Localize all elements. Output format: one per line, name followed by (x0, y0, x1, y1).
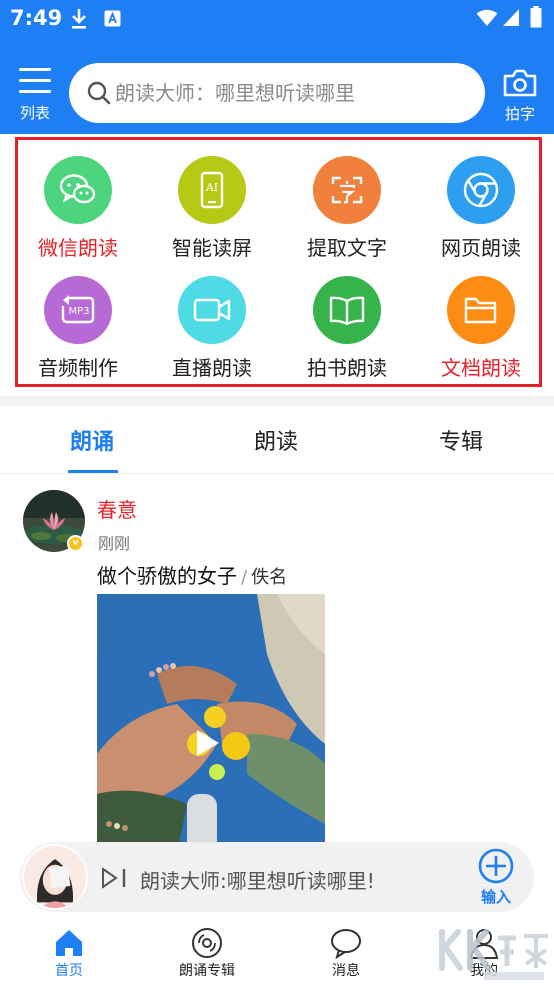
search-bar[interactable] (69, 63, 485, 123)
feature-label: 拍书朗读 (307, 356, 387, 380)
tab-recite[interactable]: 朗诵 (70, 424, 114, 456)
search-input[interactable] (115, 75, 465, 111)
search-icon (87, 81, 111, 105)
browser-icon (447, 156, 515, 224)
feature-document-read[interactable]: 文档朗读 (421, 276, 541, 386)
feature-label: 文档朗读 (441, 356, 521, 380)
video-camera-icon (178, 276, 246, 344)
post-time: 刚刚 (98, 534, 131, 553)
player-text: 朗读大师:哪里想听读哪里! (140, 869, 375, 893)
video-thumbnail (97, 594, 325, 854)
feature-live-read[interactable]: 直播朗读 (152, 276, 272, 386)
post-title: 做个骄傲的女子 (97, 564, 237, 588)
feature-label: 微信朗读 (38, 236, 118, 260)
feature-book-read[interactable]: 拍书朗读 (287, 276, 407, 386)
feature-label: 音频制作 (38, 356, 118, 380)
home-icon (56, 930, 82, 956)
feature-label: 提取文字 (307, 236, 387, 260)
notification-a-icon (104, 10, 121, 27)
menu-button[interactable]: 列表 (14, 68, 56, 124)
player-avatar[interactable] (22, 844, 88, 910)
play-icon[interactable] (195, 728, 221, 758)
feature-web-read[interactable]: 网页朗读 (421, 156, 541, 266)
feature-audio-make[interactable]: MP3 音频制作 (18, 276, 138, 386)
wechat-icon (44, 156, 112, 224)
nav-label: 首页 (55, 963, 83, 979)
feature-label: 网页朗读 (441, 236, 521, 260)
wifi-icon (476, 9, 498, 26)
top-header: 7:49 列表 朗读大师：哪里想听读哪里 拍字 (0, 0, 554, 134)
camera-icon (503, 69, 537, 97)
skip-next-icon[interactable] (100, 867, 128, 889)
nav-recite-album[interactable]: 朗诵专辑 (157, 926, 257, 980)
camera-label: 拍字 (504, 105, 535, 123)
app-screen: 7:49 列表 朗读大师：哪里想听读哪里 拍字 微信朗读 AI 智能读屏 提取文… (0, 0, 554, 984)
download-icon (72, 9, 86, 29)
battery-icon (530, 6, 542, 28)
chat-bubble-icon (331, 929, 361, 960)
status-bar: 7:49 (0, 0, 554, 40)
feature-wechat-read[interactable]: 微信朗读 (18, 156, 138, 266)
book-icon (313, 276, 381, 344)
nav-messages[interactable]: 消息 (296, 926, 396, 980)
mp3-icon: MP3 (44, 276, 112, 344)
post-author[interactable]: 春意 (97, 494, 137, 523)
site-watermark-logo (439, 929, 548, 980)
feature-grid: 微信朗读 AI 智能读屏 提取文字 网页朗读 MP3 音频制作 直播朗读 拍书朗… (15, 137, 542, 387)
nav-home[interactable]: 首页 (19, 926, 119, 980)
content-tabs: 朗诵 朗读 专辑 (0, 406, 554, 474)
feature-label: 直播朗读 (172, 356, 252, 380)
post-title-line[interactable]: 做个骄傲的女子 / 佚名 (97, 560, 287, 589)
section-divider (0, 396, 554, 406)
input-button[interactable]: 输入 (474, 848, 518, 908)
feature-label: 智能读屏 (172, 236, 252, 260)
menu-label: 列表 (19, 104, 50, 122)
signal-icon (503, 9, 519, 26)
add-circle-icon (478, 848, 514, 884)
tab-album[interactable]: 专辑 (439, 424, 483, 456)
nav-label: 朗诵专辑 (179, 963, 235, 979)
extract-text-icon (313, 156, 381, 224)
post-writer: 佚名 (251, 567, 288, 588)
svg-text:AI: AI (205, 181, 218, 194)
feature-extract-text[interactable]: 提取文字 (287, 156, 407, 266)
camera-button[interactable]: 拍字 (499, 68, 541, 124)
status-time: 7:49 (10, 6, 63, 30)
post-video[interactable] (97, 594, 325, 854)
folder-icon (447, 276, 515, 344)
verified-badge: v (67, 535, 84, 552)
tab-read[interactable]: 朗读 (254, 424, 298, 456)
svg-text:MP3: MP3 (68, 306, 89, 317)
hamburger-icon (19, 68, 51, 94)
feature-smart-screen-read[interactable]: AI 智能读屏 (152, 156, 272, 266)
ai-phone-icon: AI (178, 156, 246, 224)
active-tab-indicator (68, 470, 118, 473)
mini-player[interactable]: 朗读大师:哪里想听读哪里! 输入 (20, 842, 534, 912)
input-label: 输入 (480, 888, 511, 906)
title-separator: / (241, 567, 248, 588)
nav-label: 消息 (332, 963, 360, 979)
disc-icon (192, 928, 222, 958)
